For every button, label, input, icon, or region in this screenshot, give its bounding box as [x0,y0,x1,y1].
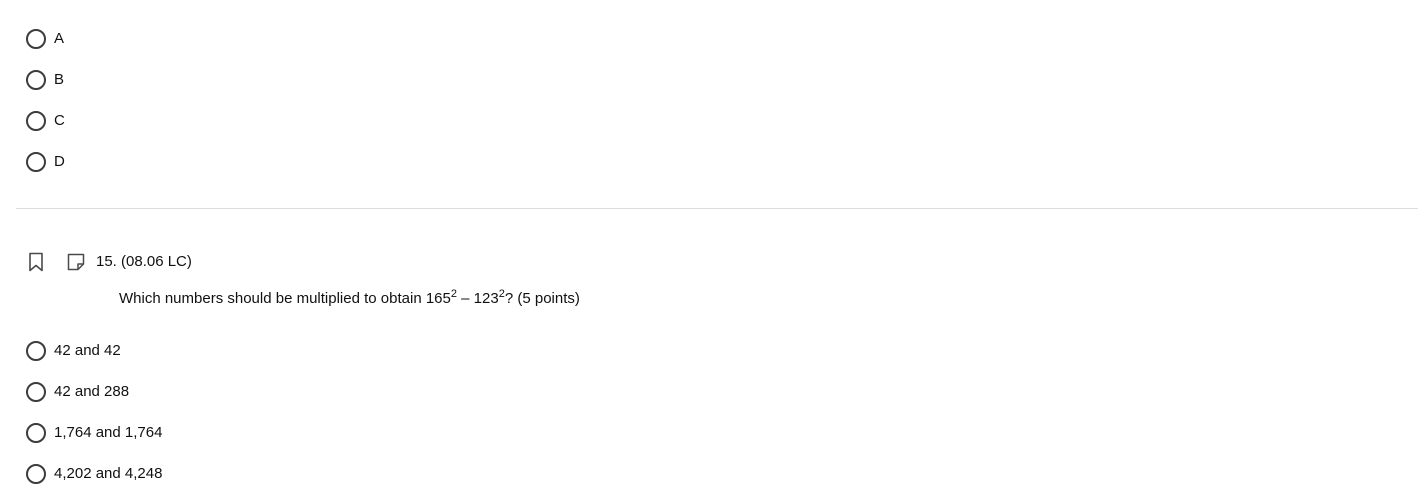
radio-button[interactable] [26,29,46,49]
option-label: 42 and 288 [54,383,130,400]
option-label: D [54,153,65,170]
option-label: 42 and 42 [54,342,121,359]
note-icon[interactable] [66,252,86,272]
radio-button[interactable] [26,423,46,443]
prompt-text: – 123 [457,290,499,307]
radio-button[interactable] [26,152,46,172]
quiz-page: A B C D 15. (08.06 LC) Which numbers sho… [0,0,1418,504]
answer-option-4[interactable]: 4,202 and 4,248 [26,463,162,485]
radio-button[interactable] [26,341,46,361]
question-prompt: Which numbers should be multiplied to ob… [119,288,580,310]
option-c[interactable]: C [26,110,65,132]
option-label: 1,764 and 1,764 [54,424,163,441]
radio-button[interactable] [26,382,46,402]
bookmark-icon[interactable] [26,252,46,272]
answer-option-3[interactable]: 1,764 and 1,764 [26,422,162,444]
answer-option-2[interactable]: 42 and 288 [26,381,129,403]
option-b[interactable]: B [26,69,64,91]
radio-button[interactable] [26,111,46,131]
question-number: 15. (08.06 LC) [96,253,192,270]
option-label: A [54,30,65,47]
radio-button[interactable] [26,70,46,90]
option-d[interactable]: D [26,151,65,173]
option-label: 4,202 and 4,248 [54,465,163,482]
option-a[interactable]: A [26,28,64,50]
option-label: C [54,112,65,129]
radio-button[interactable] [26,464,46,484]
answer-option-1[interactable]: 42 and 42 [26,340,121,362]
option-label: B [54,71,65,88]
question-divider [16,208,1418,209]
prompt-text: Which numbers should be multiplied to ob… [119,290,451,307]
prompt-text: ? (5 points) [504,290,580,307]
